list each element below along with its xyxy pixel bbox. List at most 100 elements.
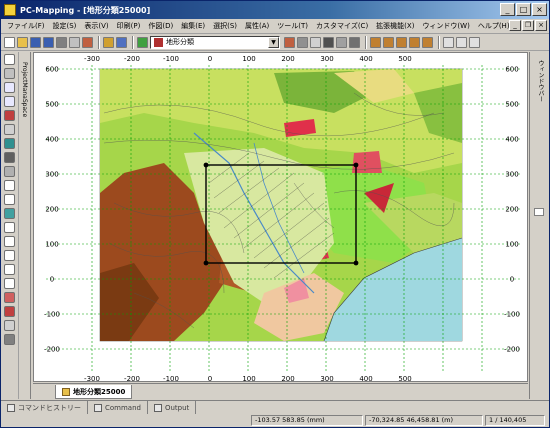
right-dock-panel: ウィンドウバー: [529, 52, 549, 399]
axis-right: 600 500 400 300 200 100 0 -100 -200: [504, 66, 520, 354]
axis-tick-label: 100: [45, 241, 58, 249]
axis-tick-label: 300: [505, 171, 518, 179]
edit-vertex-icon[interactable]: [4, 278, 15, 289]
layer-db-icon[interactable]: [349, 36, 360, 48]
selection-handle[interactable]: [353, 162, 359, 168]
menu-settings[interactable]: 設定(S): [49, 19, 81, 33]
toolbar-separator: [438, 35, 440, 49]
refresh-icon[interactable]: [116, 36, 127, 48]
toolbar-separator: [365, 35, 367, 49]
symbol-icon[interactable]: [4, 264, 15, 275]
draw-toolbar: [1, 52, 19, 399]
map-canvas[interactable]: -300 -200 -100 0 100 200 300 400 500 -300 -200 -10…: [33, 52, 528, 382]
measure-line-icon[interactable]: [422, 36, 433, 48]
menu-draw[interactable]: 作図(D): [144, 19, 177, 33]
circle-icon[interactable]: [4, 222, 15, 233]
save-icon[interactable]: [30, 36, 41, 48]
menu-print[interactable]: 印刷(P): [113, 19, 145, 33]
axis-tick-label: -200: [124, 55, 140, 63]
delete-icon[interactable]: [4, 292, 15, 303]
measure-area-icon[interactable]: [383, 36, 394, 48]
layer-props-icon[interactable]: [284, 36, 295, 48]
tab-command-history[interactable]: コマンドヒストリー: [1, 401, 88, 414]
project-panel-tab[interactable]: ProjectManaSpace: [21, 62, 28, 117]
menu-select[interactable]: 選択(S): [209, 19, 241, 33]
bottom-panel-tabs: コマンドヒストリー Command Output: [1, 400, 549, 414]
measure-angle-icon[interactable]: [396, 36, 407, 48]
command-icon: [94, 403, 102, 412]
text-icon[interactable]: [4, 250, 15, 261]
doc-tab-terrain[interactable]: 地形分類25000: [55, 385, 133, 399]
layer-select-value: 地形分類: [166, 38, 194, 46]
menu-file[interactable]: ファイル(F): [3, 19, 49, 33]
grid-icon[interactable]: [469, 36, 480, 48]
measure-icon[interactable]: [370, 36, 381, 48]
axis-tick-label: 100: [242, 55, 255, 63]
frame-icon[interactable]: [4, 166, 15, 177]
new-file-icon[interactable]: [4, 36, 15, 48]
status-scale: 1 / 140,405: [485, 415, 545, 426]
zoom-in-icon[interactable]: [4, 82, 15, 93]
pan-icon[interactable]: [4, 68, 15, 79]
axis-bottom: -300 -200 -100 0 100 200 300 400 500: [84, 375, 412, 382]
full-extent-icon[interactable]: [4, 124, 15, 135]
chevron-down-icon[interactable]: ▼: [268, 36, 279, 48]
menu-help[interactable]: ヘルプ(H): [474, 19, 514, 33]
layer-lock-icon[interactable]: [323, 36, 334, 48]
map-view[interactable]: -300 -200 -100 0 100 200 300 400 500 -300 -200 -10…: [34, 53, 528, 382]
layer-icon[interactable]: [137, 36, 148, 48]
selection-handle[interactable]: [203, 162, 209, 168]
mdi-close-button[interactable]: ×: [535, 20, 547, 31]
scroll-thumb[interactable]: [534, 208, 544, 216]
axis-tick-label: 500: [398, 375, 411, 382]
rect-icon[interactable]: [4, 236, 15, 247]
maximize-button[interactable]: □: [516, 3, 531, 16]
settings-icon[interactable]: [4, 334, 15, 345]
menu-customize[interactable]: カスタマイズ(C): [312, 19, 372, 33]
point-icon[interactable]: [4, 180, 15, 191]
measure-point-icon[interactable]: [409, 36, 420, 48]
axis-tick-label: 300: [320, 375, 333, 382]
axis-tick-label: -100: [163, 55, 179, 63]
menu-edit[interactable]: 編集(E): [177, 19, 209, 33]
axis-tick-label: 0: [208, 55, 212, 63]
menu-extensions[interactable]: 拡張機能(X): [372, 19, 418, 33]
menu-view[interactable]: 表示(V): [80, 19, 112, 33]
layer-tool-icon[interactable]: [4, 152, 15, 163]
line-icon[interactable]: [4, 194, 15, 205]
minimize-button[interactable]: _: [500, 3, 515, 16]
tab-output[interactable]: Output: [148, 401, 197, 414]
export-icon[interactable]: [82, 36, 93, 48]
tab-command[interactable]: Command: [88, 401, 148, 414]
axis-tick-label: 100: [242, 375, 255, 382]
layer-list-icon[interactable]: [297, 36, 308, 48]
selection-handle[interactable]: [353, 260, 359, 266]
save-as-icon[interactable]: [43, 36, 54, 48]
record-icon[interactable]: [4, 306, 15, 317]
menu-window[interactable]: ウィンドウ(W): [418, 19, 473, 33]
selection-handle[interactable]: [203, 260, 209, 266]
select-arrow-icon[interactable]: [4, 54, 15, 65]
mdi-minimize-button[interactable]: _: [509, 20, 521, 31]
table-icon[interactable]: [443, 36, 454, 48]
layer-view-icon[interactable]: [4, 138, 15, 149]
window-bar-tab[interactable]: ウィンドウバー: [536, 60, 545, 102]
print-icon[interactable]: [56, 36, 67, 48]
property-icon[interactable]: [4, 320, 15, 331]
axis-tick-label: -300: [84, 375, 100, 382]
zoom-window-icon[interactable]: [4, 110, 15, 121]
hand-tool-icon[interactable]: [103, 36, 114, 48]
mdi-restore-button[interactable]: ❐: [522, 20, 534, 31]
table-edit-icon[interactable]: [456, 36, 467, 48]
close-button[interactable]: ×: [532, 3, 547, 16]
zoom-out-icon[interactable]: [4, 96, 15, 107]
menu-tools[interactable]: ツール(T): [273, 19, 312, 33]
layer-attr-icon[interactable]: [310, 36, 321, 48]
polygon-icon[interactable]: [4, 208, 15, 219]
print-preview-icon[interactable]: [69, 36, 80, 48]
layer-visible-icon[interactable]: [336, 36, 347, 48]
open-folder-icon[interactable]: [17, 36, 28, 48]
axis-tick-label: -300: [84, 55, 100, 63]
layer-select[interactable]: 地形分類 ▼: [150, 35, 280, 49]
menu-attribute[interactable]: 属性(A): [241, 19, 273, 33]
